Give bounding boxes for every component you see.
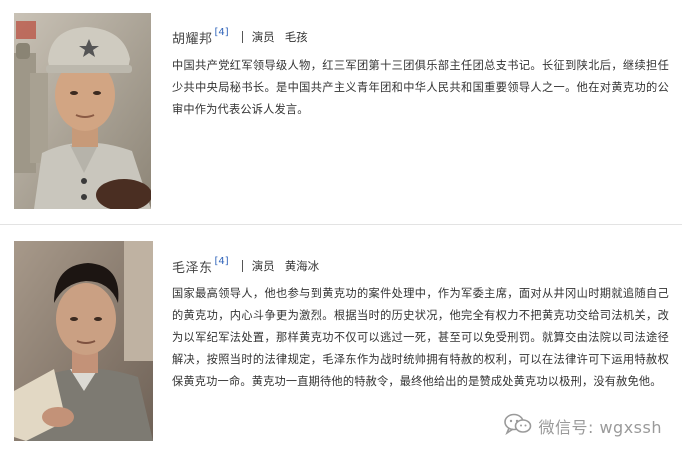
wechat-icon [504, 413, 532, 439]
character-description: 中国共产党红军领导级人物，红三军团第十三团俱乐部主任团总支书记。长征到陕北后，继… [172, 59, 669, 116]
separator [241, 31, 243, 43]
portrait-image-mao [14, 241, 153, 441]
character-card: 胡耀邦 [4] 演员 毛孩 中国共产党红军领导级人物，红三军团第十三团俱乐部主任… [0, 0, 682, 222]
portrait-image-hu [14, 13, 151, 209]
reference-link[interactable]: [4] [215, 256, 229, 267]
character-name: 胡耀邦 [172, 31, 213, 47]
character-photo [14, 13, 151, 209]
character-name: 毛泽东 [172, 260, 213, 276]
watermark-text: 微信号: wgxssh [538, 418, 662, 437]
character-header: 胡耀邦 [4] 演员 毛孩 [172, 27, 308, 47]
wechat-watermark: 微信号: wgxssh [504, 413, 662, 439]
role-label: 演员 [251, 259, 275, 273]
character-header: 毛泽东 [4] 演员 黄海冰 [172, 256, 319, 276]
card-divider [0, 224, 682, 225]
character-photo [14, 241, 153, 441]
role-label: 演员 [251, 30, 275, 44]
separator [241, 260, 243, 272]
reference-link[interactable]: [4] [215, 27, 229, 38]
character-description: 国家最高领导人，他也参与到黄克功的案件处理中，作为军委主席，面对从井冈山时期就追… [172, 287, 669, 388]
actor-name[interactable]: 黄海冰 [285, 258, 320, 274]
actor-name[interactable]: 毛孩 [285, 29, 308, 45]
